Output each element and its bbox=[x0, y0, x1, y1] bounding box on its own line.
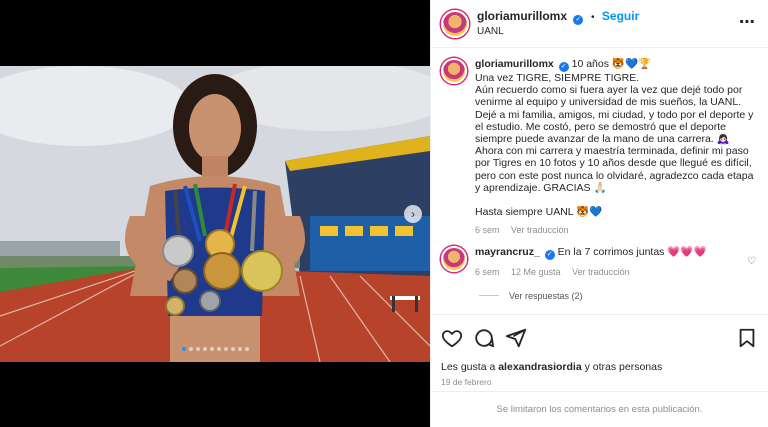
view-replies-label: Ver respuestas (2) bbox=[509, 290, 583, 301]
header-text: gloriamurillomx ✓ • Seguir UANL bbox=[477, 9, 639, 39]
caption-body: gloriamurillomx ✓ 10 años 🐯💙🏆 Una vez TI… bbox=[475, 58, 758, 236]
author-username[interactable]: gloriamurillomx bbox=[477, 9, 567, 23]
athlete-photo-illustration bbox=[0, 66, 430, 362]
commenter-avatar[interactable] bbox=[441, 246, 467, 273]
heart-icon[interactable] bbox=[441, 327, 463, 349]
caption-meta: 6 sem Ver traducción bbox=[475, 224, 758, 236]
caption-line: Una vez TIGRE, SIEMPRE TIGRE. bbox=[475, 72, 640, 84]
carousel-dot bbox=[202, 347, 207, 351]
see-translation-button[interactable]: Ver traducción bbox=[572, 267, 630, 277]
action-bar: Les gusta a alexandrasiordia y otras per… bbox=[431, 314, 768, 387]
separator-dot: • bbox=[590, 11, 595, 23]
carousel-dot bbox=[181, 347, 186, 351]
caption-line: Ahora con mi carrera y maestría terminad… bbox=[475, 145, 754, 194]
likes-suffix: y otras personas bbox=[581, 361, 663, 373]
caption-avatar[interactable] bbox=[441, 58, 467, 84]
comment-icon[interactable] bbox=[473, 327, 495, 349]
author-avatar[interactable] bbox=[441, 9, 469, 38]
caption-line: Aún recuerdo como si fuera ayer la vez q… bbox=[475, 84, 754, 146]
verified-badge-icon: ✓ bbox=[573, 14, 584, 25]
comment-text: En la 7 corrimos juntas 💗💗💗 bbox=[557, 246, 707, 259]
post-location[interactable]: UANL bbox=[477, 25, 639, 39]
share-icon[interactable] bbox=[505, 327, 527, 349]
post-date[interactable]: 19 de febrero bbox=[441, 377, 758, 387]
carousel-dot bbox=[244, 347, 249, 351]
likes-user[interactable]: alexandrasiordia bbox=[498, 361, 581, 373]
carousel-dot bbox=[195, 347, 200, 351]
caption: gloriamurillomx ✓ 10 años 🐯💙🏆 Una vez TI… bbox=[431, 48, 768, 236]
bookmark-icon[interactable] bbox=[736, 327, 758, 349]
carousel-dot bbox=[188, 347, 193, 351]
comment-body: mayrancruz_ ✓ En la 7 corrimos juntas 💗💗… bbox=[475, 246, 758, 278]
follow-button[interactable]: Seguir bbox=[602, 9, 639, 23]
caption-time[interactable]: 6 sem bbox=[475, 225, 500, 235]
see-translation-button[interactable]: Ver traducción bbox=[511, 225, 569, 235]
post-side-panel: gloriamurillomx ✓ • Seguir UANL ⋯ gloria… bbox=[430, 0, 768, 427]
comments-limited-notice: Se limitaron los comentarios en esta pub… bbox=[431, 391, 768, 427]
action-icons bbox=[441, 325, 758, 351]
view-replies-button[interactable]: Ver respuestas (2) bbox=[479, 291, 768, 301]
likes-prefix: Les gusta a bbox=[441, 361, 499, 373]
comments-section: gloriamurillomx ✓ 10 años 🐯💙🏆 Una vez TI… bbox=[431, 48, 768, 313]
commenter-username[interactable]: mayrancruz_ bbox=[475, 246, 540, 258]
caption-signoff: Hasta siempre UANL 🐯💙 bbox=[475, 206, 603, 219]
carousel-dots bbox=[0, 347, 430, 351]
comment-item: mayrancruz_ ✓ En la 7 corrimos juntas 💗💗… bbox=[431, 236, 768, 278]
post-photo[interactable] bbox=[0, 66, 430, 362]
carousel-dot bbox=[230, 347, 235, 351]
carousel-dot bbox=[223, 347, 228, 351]
verified-badge-icon: ✓ bbox=[558, 62, 569, 72]
chevron-right-icon: › bbox=[411, 207, 415, 221]
heart-outline-icon[interactable]: ♡ bbox=[747, 256, 756, 267]
likes-summary: Les gusta a alexandrasiordia y otras per… bbox=[441, 361, 758, 373]
comment-meta: 6 sem 12 Me gusta Ver traducción bbox=[475, 266, 758, 278]
comment-likes[interactable]: 12 Me gusta bbox=[511, 267, 561, 277]
comments-limited-text: Se limitaron los comentarios en esta pub… bbox=[496, 404, 703, 415]
caption-username[interactable]: gloriamurillomx bbox=[475, 58, 554, 70]
carousel-dot bbox=[237, 347, 242, 351]
media-panel: › bbox=[0, 0, 430, 427]
comment-time[interactable]: 6 sem bbox=[475, 267, 500, 277]
carousel-dot bbox=[209, 347, 214, 351]
instagram-post-modal: › gloriamurillomx ✓ • Seguir UANL ⋯ glor… bbox=[0, 0, 768, 427]
next-slide-button[interactable]: › bbox=[404, 205, 422, 223]
post-header: gloriamurillomx ✓ • Seguir UANL ⋯ bbox=[431, 0, 768, 48]
more-icon[interactable]: ⋯ bbox=[739, 12, 756, 32]
caption-title: 10 años 🐯💙🏆 bbox=[571, 58, 652, 70]
verified-badge-icon: ✓ bbox=[544, 250, 555, 261]
replies-divider bbox=[479, 295, 499, 297]
carousel-dot bbox=[216, 347, 221, 351]
